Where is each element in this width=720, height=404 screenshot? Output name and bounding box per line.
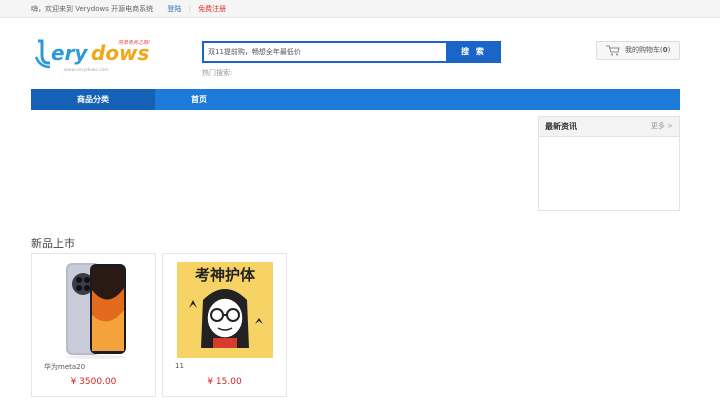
section-title: 新品上市 [31,237,75,250]
top-bar: 嗨，欢迎来到 Verydows 开源电商系统 登陆 | 免费注册 [0,0,720,18]
divider: | [188,5,191,13]
product-card[interactable]: 考神护体 11 ¥ 15.00 [162,253,287,397]
search-input[interactable]: 双11提前购，畅想全年最低价 [202,41,446,63]
welcome-text: 嗨，欢迎来到 Verydows 开源电商系统 [31,5,154,13]
news-header: 最新资讯 更多 > [539,117,679,137]
login-link[interactable]: 登陆 [167,5,181,13]
svg-text:www.verydows.com: www.verydows.com [64,67,109,73]
news-more-link[interactable]: 更多 > [651,117,673,135]
product-name[interactable]: 11 [175,362,184,370]
hot-search-label: 热门搜索: [202,69,233,77]
product-image-cartoon[interactable]: 考神护体 [175,260,275,360]
product-name[interactable]: 华为meta20 [44,362,85,372]
register-link[interactable]: 免费注册 [198,5,226,13]
nav-item-home[interactable]: 首页 [191,89,207,110]
search-bar: 双11提前购，畅想全年最低价 搜 索 [202,41,501,63]
search-button[interactable]: 搜 索 [446,41,501,63]
site-logo[interactable]: ery dows 简单电商之路! www.verydows.com [34,33,158,75]
svg-text:考神护体: 考神护体 [195,266,256,284]
svg-text:简单电商之路!: 简单电商之路! [118,39,150,46]
product-price: ¥ 15.00 [207,377,242,387]
nav-item-categories[interactable]: 商品分类 [31,89,155,110]
product-card[interactable]: 华为meta20 ¥ 3500.00 [31,253,156,397]
cart-label: 我的购物车( [625,46,663,54]
cart-button[interactable]: 我的购物车(0) [596,41,680,60]
main-nav: 商品分类 首页 [31,89,680,110]
news-panel: 最新资讯 更多 > [538,116,680,211]
product-image-phone[interactable] [44,260,144,360]
product-price: ¥ 3500.00 [70,377,117,387]
svg-text:ery: ery [51,41,88,65]
cart-icon [606,45,620,56]
news-title: 最新资讯 [545,122,577,131]
